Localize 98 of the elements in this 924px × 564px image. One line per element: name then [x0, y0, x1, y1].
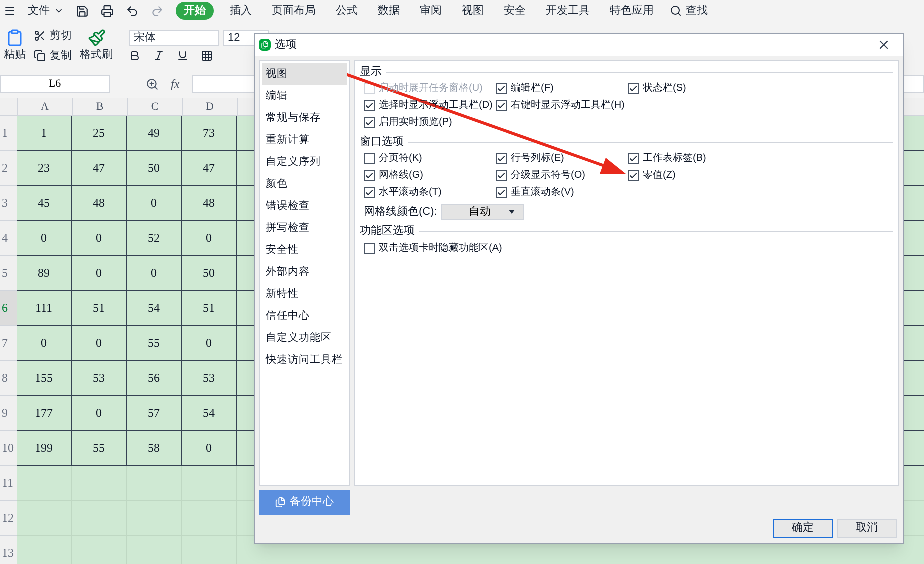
- section-title: 功能区选项: [360, 224, 415, 240]
- table-cell: 48: [182, 186, 237, 221]
- dropdown-label: 网格线颜色(C):: [364, 204, 438, 220]
- table-cell: 51: [182, 291, 237, 326]
- category-item[interactable]: 错误检查: [262, 195, 347, 217]
- table-cell: 25: [72, 116, 127, 151]
- ribbon-tab[interactable]: 插入: [226, 2, 256, 20]
- name-box[interactable]: L6: [0, 75, 110, 93]
- table-cell: 58: [127, 431, 182, 466]
- checkbox-label: 分级显示符号(O): [511, 169, 586, 183]
- category-item[interactable]: 视图: [262, 63, 347, 85]
- table-cell: 47: [182, 151, 237, 186]
- table-cell: 49: [127, 116, 182, 151]
- table-cell: 0: [72, 221, 127, 256]
- checkbox-label: 水平滚动条(T): [379, 186, 442, 200]
- table-cell: 53: [72, 361, 127, 396]
- table-cell: 0: [17, 221, 72, 256]
- ribbon-tab[interactable]: 公式: [332, 2, 362, 20]
- category-item[interactable]: 拼写检查: [262, 217, 347, 239]
- column-header[interactable]: A: [17, 98, 72, 115]
- table-cell: 0: [72, 326, 127, 361]
- checkbox-label: 网格线(G): [379, 168, 424, 183]
- table-cell: 0: [182, 221, 237, 256]
- table-cell: 48: [72, 186, 127, 221]
- table-cell: 57: [127, 396, 182, 431]
- column-header[interactable]: B: [72, 98, 127, 115]
- table-cell: 0: [17, 326, 72, 361]
- color-dropdown[interactable]: 自动: [441, 204, 524, 220]
- ribbon-tab[interactable]: 安全: [500, 2, 530, 20]
- section-title: 窗口选项: [360, 134, 404, 150]
- checkbox-label: 状态栏(S): [643, 82, 686, 96]
- ribbon-tab[interactable]: 开发工具: [542, 2, 594, 20]
- category-item[interactable]: 重新计算: [262, 129, 347, 151]
- category-item[interactable]: 安全性: [262, 239, 347, 261]
- category-item[interactable]: 颜色: [262, 173, 347, 195]
- checkbox-label: 垂直滚动条(V): [511, 186, 574, 200]
- checkbox-label: 右键时显示浮动工具栏(H): [511, 98, 625, 113]
- checkbox-label: 工作表标签(B): [643, 152, 706, 166]
- dialog-title: 选项: [275, 38, 297, 53]
- cut-button[interactable]: 剪切: [50, 28, 72, 44]
- category-item[interactable]: 外部内容: [262, 261, 347, 283]
- category-item[interactable]: 编辑: [262, 85, 347, 107]
- table-cell: 55: [72, 431, 127, 466]
- table-cell: 45: [17, 186, 72, 221]
- table-cell: 0: [182, 326, 237, 361]
- checkbox-label: 行号列标(E): [511, 152, 564, 166]
- table-cell: 23: [17, 151, 72, 186]
- category-item[interactable]: 自定义功能区: [262, 327, 347, 349]
- column-header[interactable]: C: [127, 98, 182, 115]
- table-cell: 53: [182, 361, 237, 396]
- table-cell: 55: [127, 326, 182, 361]
- table-cell: 56: [127, 361, 182, 396]
- category-item[interactable]: 新特性: [262, 283, 347, 305]
- table-cell: 54: [127, 291, 182, 326]
- format-painter-button[interactable]: 格式刷: [80, 46, 113, 64]
- table-cell: 54: [182, 396, 237, 431]
- font-field[interactable]: 宋体: [129, 30, 219, 46]
- table-cell: 1: [17, 116, 72, 151]
- ok-button[interactable]: 确定: [773, 519, 833, 538]
- table-cell: 52: [127, 221, 182, 256]
- table-cell: 50: [127, 151, 182, 186]
- table-cell: 111: [17, 291, 72, 326]
- table-cell: 199: [17, 431, 72, 466]
- ribbon-tab[interactable]: 特色应用: [606, 2, 658, 20]
- category-item[interactable]: 自定义序列: [262, 151, 347, 173]
- table-cell: 0: [182, 431, 237, 466]
- column-header[interactable]: D: [182, 98, 237, 115]
- checkbox-label: 编辑栏(F): [511, 82, 554, 96]
- checkbox-label: 零值(Z): [643, 169, 676, 183]
- table-cell: 0: [72, 256, 127, 291]
- cancel-button[interactable]: 取消: [837, 519, 897, 538]
- checkbox-label: 分页符(K): [379, 152, 422, 166]
- search-link[interactable]: 查找: [686, 2, 708, 20]
- table-cell: 0: [127, 186, 182, 221]
- paste-button[interactable]: 粘贴: [4, 46, 26, 64]
- category-item[interactable]: 常规与保存: [262, 107, 347, 129]
- fx-label: fx: [171, 76, 180, 93]
- table-cell: 50: [182, 256, 237, 291]
- table-cell: 155: [17, 361, 72, 396]
- file-menu[interactable]: 文件: [28, 2, 50, 20]
- ribbon-tab[interactable]: 视图: [458, 2, 488, 20]
- table-cell: 47: [72, 151, 127, 186]
- category-item[interactable]: 快速访问工具栏: [262, 349, 347, 371]
- table-cell: 73: [182, 116, 237, 151]
- row-header[interactable]: 6: [0, 291, 17, 326]
- ribbon-tab[interactable]: 数据: [374, 2, 404, 20]
- copy-button[interactable]: 复制: [50, 48, 72, 64]
- table-cell: 0: [127, 256, 182, 291]
- section-title: 显示: [360, 64, 382, 80]
- table-cell: 177: [17, 396, 72, 431]
- category-item[interactable]: 信任中心: [262, 305, 347, 327]
- ribbon-tab[interactable]: 审阅: [416, 2, 446, 20]
- checkbox-label: 双击选项卡时隐藏功能区(A): [379, 242, 502, 256]
- table-cell: 51: [72, 291, 127, 326]
- checkbox-label: 启用实时预览(P): [379, 116, 452, 130]
- table-cell: 0: [72, 396, 127, 431]
- ribbon-tab[interactable]: 页面布局: [268, 2, 320, 20]
- table-cell: 89: [17, 256, 72, 291]
